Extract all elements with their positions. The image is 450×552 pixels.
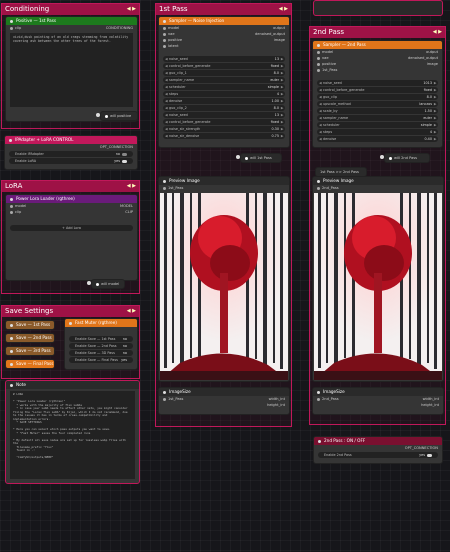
- widget-guo-clip-2[interactable]: ◀ guo_clip_2 8.0 ▶: [163, 105, 285, 111]
- widget-denoise[interactable]: ◀ denoise 0.40 ▶: [317, 136, 438, 142]
- group-title[interactable]: 1st Pass ◀ ▶: [156, 4, 291, 15]
- widget-control-2[interactable]: ◀ control_before_generate fixed ▶: [163, 119, 285, 125]
- group-controls-icon[interactable]: ◀ ▶: [433, 27, 442, 38]
- node-title: 2nd Pass : ON / OFF: [314, 437, 442, 445]
- group-title[interactable]: Save Settings ◀ ▶: [2, 306, 139, 317]
- group-title[interactable]: 2nd Pass ◀ ▶: [310, 27, 445, 38]
- preview-image-1-node[interactable]: Preview Image 1st_Pass: [158, 176, 290, 382]
- preview-image-2: [314, 193, 442, 380]
- group-title[interactable]: LoRA ◀ ▶: [2, 181, 139, 192]
- widget-guo-clip-1[interactable]: ◀ guo_clip_1 8.0 ▶: [163, 70, 285, 76]
- image-input[interactable]: 2nd_Pass: [313, 185, 443, 191]
- forest-tree-image: [314, 193, 442, 380]
- widget-sampler-name[interactable]: ◀ sampler_name euler ▶: [163, 77, 285, 83]
- node-title: Sampler — Noise Injection: [159, 17, 289, 25]
- node-title: ImageSize: [159, 388, 289, 396]
- forest-tree-image: [160, 193, 288, 380]
- output-tag: will 2nd Pass: [385, 154, 429, 162]
- node-title: Sampler — 2nd Pass: [313, 41, 442, 49]
- toggle-icon: [122, 152, 127, 156]
- widget-steps[interactable]: ◀ steps 4 ▶: [317, 129, 438, 135]
- enable-save-1st-toggle[interactable]: Enable Save — 1st Pass no: [69, 336, 133, 342]
- height-output[interactable]: height_int: [313, 402, 443, 408]
- group-controls-icon[interactable]: ◀ ▶: [127, 4, 136, 15]
- widget-scale-by[interactable]: ◀ scale_by 1.50 ▶: [317, 108, 438, 114]
- preview-image-1: [160, 193, 288, 380]
- node-title: Preview Image: [313, 177, 443, 185]
- widget-control[interactable]: ◀ control_before_generate fixed ▶: [163, 63, 285, 69]
- pass2-output-node[interactable]: will 2nd Pass: [384, 153, 430, 163]
- group-title[interactable]: Conditioning ◀ ▶: [2, 4, 139, 15]
- clip-socket-row[interactable]: clip CLIP: [6, 209, 137, 215]
- widget-noise-denoise[interactable]: ◀ noise_str_denoise 0.75 ▶: [163, 133, 285, 139]
- enable-2nd-pass-toggle[interactable]: Enable 2nd Pass yes: [318, 452, 438, 458]
- widget-sampler-name[interactable]: ◀ sampler_name euler ▶: [317, 115, 438, 121]
- image-input[interactable]: 1st_Pass: [159, 185, 289, 191]
- imagesize-1-node[interactable]: ImageSize 1st_Pass width_int height_int: [158, 387, 290, 415]
- height-output[interactable]: height_int: [159, 402, 289, 408]
- save-3rd-pass-node[interactable]: Save — 3rd Pass: [5, 346, 55, 356]
- node-title: Fast Muter (rgthree): [65, 319, 137, 327]
- second-pass-onoff-node[interactable]: 2nd Pass : ON / OFF OPT_CONNECTION Enabl…: [313, 436, 443, 464]
- group-controls-icon[interactable]: ◀ ▶: [279, 4, 288, 15]
- widget-guo-clip[interactable]: ◀ guo_clip 8.0 ▶: [317, 94, 438, 100]
- offscreen-node[interactable]: [313, 0, 443, 16]
- node-title: Note: [6, 381, 139, 389]
- save-final-pass-node[interactable]: Save — Final Pass: [5, 359, 55, 369]
- reroute-label: 1st Pass >> 2nd Pass: [320, 170, 359, 174]
- opt-connection-output[interactable]: OPT_CONNECTION: [314, 445, 442, 451]
- power-lora-loader-node[interactable]: Power Lora Loader (rgthree) model MODEL c…: [5, 194, 138, 281]
- group-controls-icon[interactable]: ◀ ▶: [127, 181, 136, 192]
- model-output-node[interactable]: will model: [91, 279, 125, 289]
- node-title: Positive — 1st Pass: [6, 17, 137, 25]
- widget-steps[interactable]: ◀ steps 4 ▶: [163, 91, 285, 97]
- node-title: Power Lora Loader (rgthree): [6, 195, 137, 203]
- positive-node[interactable]: Positive — 1st Pass clip CONDITIONING viv…: [5, 16, 138, 122]
- positive-output-node[interactable]: will positive: [100, 111, 138, 121]
- node-title: ImageSize: [313, 388, 443, 396]
- output-tag: will 1st Pass: [241, 154, 281, 162]
- note-textarea[interactable]: # LORA * "Power Lora Loader (rgthree)" *…: [10, 391, 135, 479]
- widget-noise-strength[interactable]: ◀ noise_str_strength 0.30 ▶: [163, 126, 285, 132]
- widget-upscale-method[interactable]: ◀ upscale_method lanczos ▶: [317, 101, 438, 107]
- clip-input[interactable]: clip CONDITIONING: [6, 25, 137, 31]
- socket-icon[interactable]: [10, 26, 13, 30]
- latent-input[interactable]: 1st_Pass: [313, 67, 341, 73]
- sampler-1st-pass-node[interactable]: Sampler — Noise Injection model vae posi…: [158, 16, 290, 148]
- widget-scheduler[interactable]: ◀ scheduler simple ▶: [317, 122, 438, 128]
- add-lora-button[interactable]: + Add Lora: [10, 225, 133, 231]
- toggle-icon: [122, 159, 127, 163]
- enable-ipadapter-toggle[interactable]: Enable IPAdapter no: [9, 151, 133, 157]
- enable-save-3d-toggle[interactable]: Enable Save — 3D Pass no: [69, 350, 133, 356]
- group-controls-icon[interactable]: ◀ ▶: [127, 306, 136, 317]
- latent-input[interactable]: latent: [159, 43, 186, 49]
- image-output-socket[interactable]: image: [251, 37, 289, 43]
- sampler-2nd-pass-node[interactable]: Sampler — 2nd Pass model vae positive 1s…: [312, 40, 443, 148]
- widget-noise-seed-2[interactable]: ◀ noise_seed 13 ▶: [163, 112, 285, 118]
- enable-save-2nd-toggle[interactable]: Enable Save — 2nd Pass no: [69, 343, 133, 349]
- save-2nd-pass-node[interactable]: Save — 2nd Pass: [5, 333, 55, 343]
- preview-image-2-node[interactable]: Preview Image 2nd_Pass: [312, 176, 444, 382]
- note-node[interactable]: Note # LORA * "Power Lora Loader (rgthre…: [5, 380, 140, 484]
- image-output-socket[interactable]: image: [404, 61, 442, 67]
- widget-scheduler[interactable]: ◀ scheduler simple ▶: [163, 84, 285, 90]
- output-tag: will positive: [101, 112, 137, 120]
- widget-noise-seed[interactable]: ◀ noise_seed 13 ▶: [163, 56, 285, 62]
- widget-control[interactable]: ◀ control_before_generate fixed ▶: [317, 87, 438, 93]
- fast-muter-node[interactable]: Fast Muter (rgthree) Enable Save — 1st P…: [64, 318, 138, 370]
- save-1st-pass-node[interactable]: Save — 1st Pass: [5, 320, 55, 330]
- output-tag: will model: [92, 280, 124, 288]
- node-title: IPAdapter + LoRA CONTROL: [5, 136, 137, 144]
- widget-noise-seed[interactable]: ◀ noise_seed 1013 ▶: [317, 80, 438, 86]
- node-title: Preview Image: [159, 177, 289, 185]
- ipadapter-control-node[interactable]: IPAdapter + LoRA CONTROL OPT_CONNECTION …: [4, 135, 138, 170]
- opt-connection-output[interactable]: OPT_CONNECTION: [5, 144, 137, 150]
- toggle-icon: [427, 453, 432, 457]
- pass1-output-node[interactable]: will 1st Pass: [240, 153, 282, 163]
- imagesize-2-node[interactable]: ImageSize 2nd_Pass width_int height_int: [312, 387, 444, 415]
- enable-lora-toggle[interactable]: Enable LoRA yes: [9, 158, 133, 164]
- enable-save-final-toggle[interactable]: Enable Save — Final Pass yes: [69, 357, 133, 363]
- prompt-textarea[interactable]: vivid,dusk painting of an old crags stea…: [10, 33, 133, 107]
- widget-denoise[interactable]: ◀ denoise 1.00 ▶: [163, 98, 285, 104]
